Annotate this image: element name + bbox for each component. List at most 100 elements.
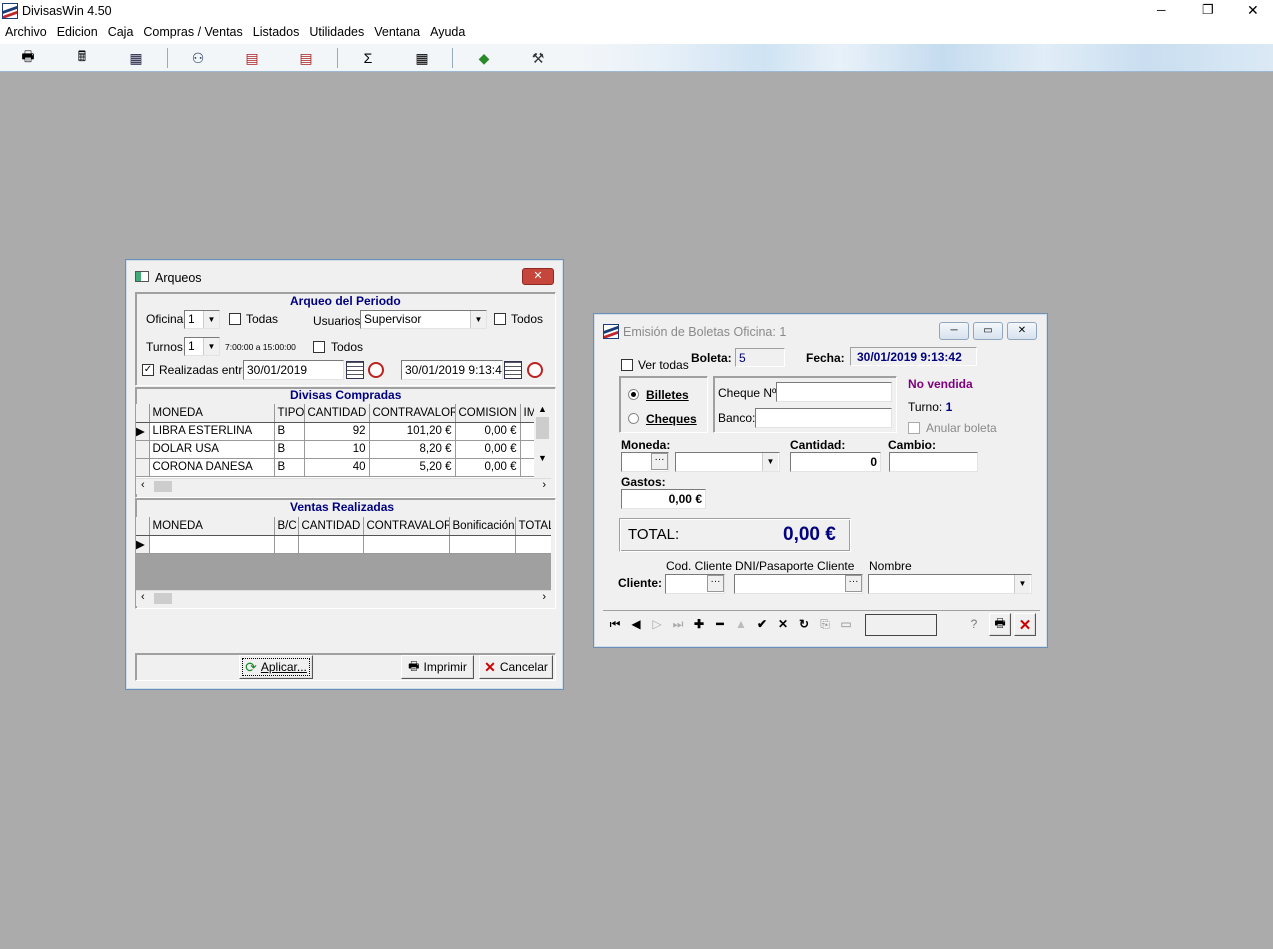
calendar-icon[interactable] bbox=[504, 361, 522, 379]
ellipsis-button[interactable]: ··· bbox=[845, 575, 862, 592]
scroll-up-icon[interactable]: ▲ bbox=[534, 404, 551, 414]
table-icon[interactable]: ▦ bbox=[412, 48, 432, 68]
billetes-radio[interactable] bbox=[628, 389, 639, 400]
post-icon[interactable]: ✔ bbox=[753, 616, 771, 632]
chevron-down-icon[interactable]: ▼ bbox=[470, 311, 486, 328]
anular-checkbox[interactable] bbox=[908, 422, 920, 434]
table-row[interactable]: ▶ bbox=[136, 535, 551, 554]
cancelar-button[interactable]: ✕ Cancelar bbox=[479, 655, 553, 679]
sigma-icon[interactable]: Σ bbox=[358, 48, 378, 68]
table-row[interactable]: DOLAR USA B 10 8,20 € 0,00 € bbox=[136, 440, 551, 459]
first-record-icon[interactable]: ⏮ bbox=[606, 616, 624, 632]
close-window-button[interactable]: ✕ bbox=[1014, 613, 1036, 636]
col-cantidad[interactable]: CANTIDAD bbox=[298, 517, 364, 536]
col-tipo[interactable]: TIPO bbox=[274, 404, 305, 423]
scroll-left-icon[interactable]: ‹ bbox=[141, 479, 145, 491]
menu-listados[interactable]: Listados bbox=[248, 23, 305, 39]
compradas-grid[interactable]: MONEDA TIPO CANTIDAD CONTRAVALOR COMISIO… bbox=[136, 404, 551, 478]
window-icon[interactable]: ▭ bbox=[837, 616, 855, 632]
insert-icon[interactable]: ✚ bbox=[690, 616, 708, 632]
col-bonificacion[interactable]: Bonificación bbox=[449, 517, 516, 536]
col-moneda[interactable]: MONEDA bbox=[149, 517, 275, 536]
gastos-input[interactable]: 0,00 € bbox=[621, 489, 706, 509]
chevron-down-icon[interactable]: ▼ bbox=[762, 453, 778, 471]
imprimir-button[interactable]: 🖶 Imprimir bbox=[401, 655, 474, 679]
calendar-icon[interactable] bbox=[346, 361, 364, 379]
refresh-icon[interactable]: ↻ bbox=[795, 616, 813, 632]
usuarios-select[interactable]: Supervisor bbox=[360, 310, 487, 329]
nombre-select[interactable] bbox=[868, 574, 1032, 594]
chevron-down-icon[interactable]: ▼ bbox=[203, 338, 219, 355]
print-preview-icon[interactable]: ⎘ bbox=[816, 616, 834, 632]
scroll-right-icon[interactable]: › bbox=[542, 591, 546, 603]
print-button[interactable]: 🖶 bbox=[989, 613, 1011, 636]
menu-compras-ventas[interactable]: Compras / Ventas bbox=[138, 23, 247, 39]
menu-caja[interactable]: Caja bbox=[103, 23, 139, 39]
money-icon[interactable]: ◆ bbox=[474, 48, 494, 68]
edit-icon[interactable]: ▲ bbox=[732, 616, 750, 632]
calendar-icon[interactable]: ▦ bbox=[126, 48, 146, 68]
restore-button[interactable]: ❐ bbox=[1202, 2, 1214, 18]
menu-edicion[interactable]: Edicion bbox=[52, 23, 103, 39]
ventas-grid[interactable]: MONEDA B/C CANTIDAD CONTRAVALOR Bonifica… bbox=[136, 517, 551, 590]
col-comision[interactable]: COMISION bbox=[455, 404, 521, 423]
ellipsis-button[interactable]: ··· bbox=[651, 453, 668, 470]
clock-icon[interactable] bbox=[368, 362, 384, 378]
close-button[interactable]: ✕ bbox=[1247, 2, 1259, 19]
col-moneda[interactable]: MONEDA bbox=[149, 404, 275, 423]
cambio-input[interactable] bbox=[889, 452, 978, 472]
realizadas-checkbox[interactable]: ✓ bbox=[142, 364, 154, 376]
search-box[interactable] bbox=[865, 614, 937, 636]
col-contravalor[interactable]: CONTRAVALOR bbox=[363, 517, 450, 536]
scroll-left-icon[interactable]: ‹ bbox=[141, 591, 145, 603]
aplicar-button[interactable]: ⟳ Aplicar... bbox=[239, 655, 313, 679]
fecha-hasta-input[interactable]: 30/01/2019 9:13:48 bbox=[401, 360, 503, 380]
calculator-icon[interactable]: 🖩 bbox=[72, 48, 92, 68]
cantidad-input[interactable]: 0 bbox=[790, 452, 881, 472]
col-cantidad[interactable]: CANTIDAD bbox=[304, 404, 370, 423]
menu-ventana[interactable]: Ventana bbox=[369, 23, 425, 39]
clock-icon[interactable] bbox=[527, 362, 543, 378]
col-contravalor[interactable]: CONTRAVALOR bbox=[369, 404, 456, 423]
window-close-button[interactable]: ✕ bbox=[1007, 322, 1037, 340]
window-minimize-button[interactable]: ─ bbox=[939, 322, 969, 340]
table-row[interactable]: CORONA DANESA B 40 5,20 € 0,00 € bbox=[136, 458, 551, 477]
fecha-desde-input[interactable]: 30/01/2019 bbox=[243, 360, 344, 380]
scroll-down-icon[interactable]: ▼ bbox=[534, 453, 551, 463]
vertical-scrollbar[interactable]: ▲ ▼ bbox=[534, 404, 551, 478]
col-total[interactable]: TOTAL bbox=[515, 517, 551, 536]
window-close-button[interactable]: ✕ bbox=[522, 268, 554, 285]
window-maximize-button[interactable]: ▭ bbox=[973, 322, 1003, 340]
col-bc[interactable]: B/C bbox=[274, 517, 299, 536]
todos-turnos-checkbox[interactable] bbox=[313, 341, 325, 353]
menu-archivo[interactable]: Archivo bbox=[0, 23, 52, 39]
ellipsis-button[interactable]: ··· bbox=[707, 575, 724, 592]
next-record-icon[interactable]: ▷ bbox=[648, 616, 666, 632]
cheques-radio[interactable] bbox=[628, 413, 639, 424]
users-icon[interactable]: ⚇ bbox=[188, 48, 208, 68]
menu-utilidades[interactable]: Utilidades bbox=[304, 23, 369, 39]
help-icon[interactable]: ? bbox=[965, 616, 983, 632]
minimize-button[interactable]: ─ bbox=[1157, 3, 1166, 17]
menu-ayuda[interactable]: Ayuda bbox=[425, 23, 470, 39]
tools-icon[interactable]: ⚒ bbox=[528, 48, 548, 68]
document-import-icon[interactable]: ▤ bbox=[296, 48, 316, 68]
cancel-icon[interactable]: ✕ bbox=[774, 616, 792, 632]
ver-todas-checkbox[interactable] bbox=[621, 359, 633, 371]
printer-icon[interactable]: 🖶 bbox=[18, 48, 38, 68]
delete-icon[interactable]: ━ bbox=[711, 616, 729, 632]
document-export-icon[interactable]: ▤ bbox=[242, 48, 262, 68]
dni-input[interactable] bbox=[734, 574, 863, 594]
chevron-down-icon[interactable]: ▼ bbox=[1014, 575, 1030, 593]
chevron-down-icon[interactable]: ▼ bbox=[203, 311, 219, 328]
table-row[interactable]: ▶ LIBRA ESTERLINA B 92 101,20 € 0,00 € bbox=[136, 422, 551, 441]
scroll-right-icon[interactable]: › bbox=[542, 479, 546, 491]
horizontal-scrollbar[interactable]: ‹ › bbox=[136, 590, 551, 606]
last-record-icon[interactable]: ⏭ bbox=[669, 616, 687, 632]
prior-record-icon[interactable]: ◀ bbox=[627, 616, 645, 632]
horizontal-scrollbar[interactable]: ‹ › bbox=[136, 478, 551, 494]
todas-checkbox[interactable] bbox=[229, 313, 241, 325]
todos-usuarios-checkbox[interactable] bbox=[494, 313, 506, 325]
cheque-no-input[interactable] bbox=[776, 382, 892, 402]
banco-input[interactable] bbox=[755, 408, 892, 428]
